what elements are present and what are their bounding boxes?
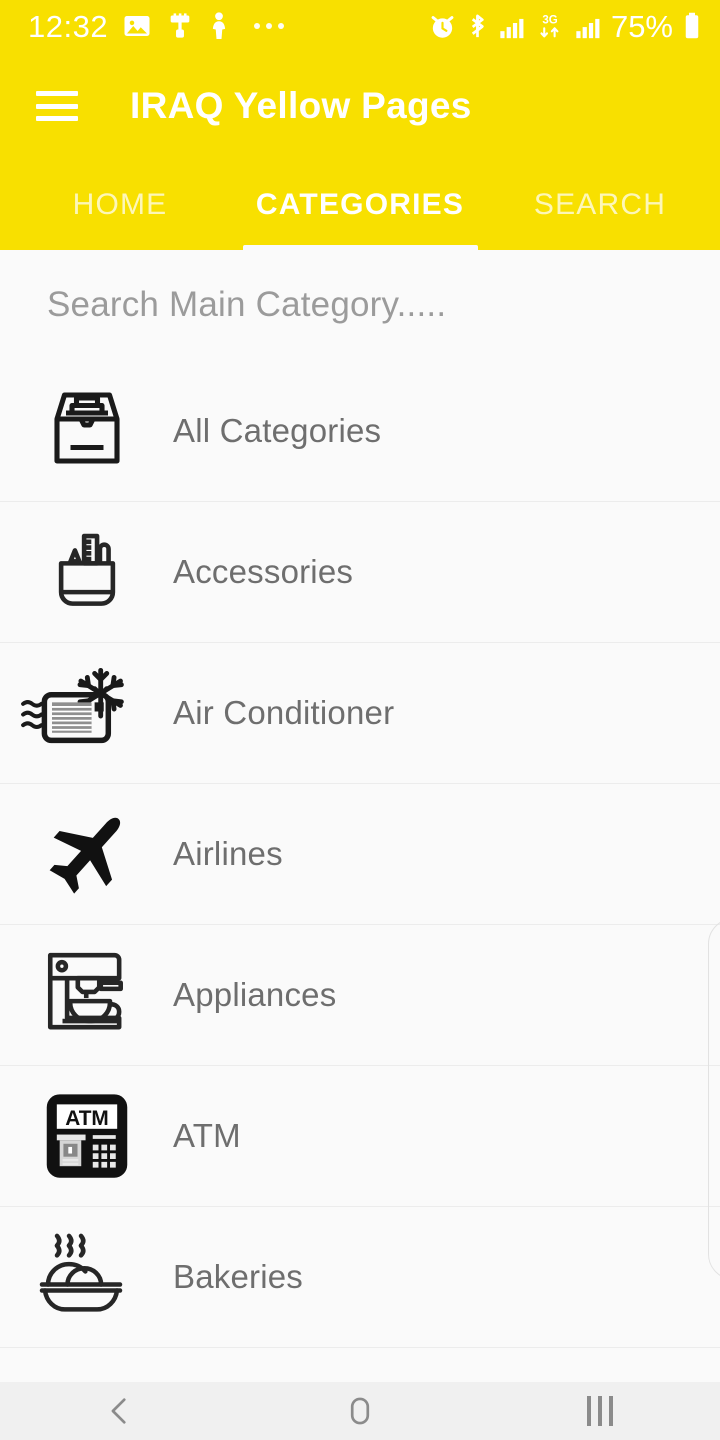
system-navigation-bar (0, 1382, 720, 1440)
status-bar-left: 12:32 (28, 8, 285, 44)
chevron-left-icon (111, 1398, 126, 1424)
icon-cell (0, 1207, 173, 1348)
list-item[interactable]: Bakeries (0, 1206, 720, 1347)
battery-percent-label: 75% (610, 8, 673, 44)
tab-bar: HOME CATEGORIES SEARCH (0, 160, 720, 255)
list-item-label: Bakeries (173, 1258, 303, 1295)
tab-active-indicator (243, 245, 478, 255)
icon-cell (0, 925, 173, 1066)
atm-icon-text: ATM (65, 1107, 109, 1130)
overflow-dots-icon (254, 23, 285, 29)
icon-cell (0, 502, 173, 643)
category-list: All Categories Accessories Air Condition… (0, 360, 720, 1402)
list-item[interactable]: ATM ATM (0, 1065, 720, 1206)
list-item[interactable]: Airlines (0, 783, 720, 924)
recents-bars-icon (587, 1396, 613, 1426)
icon-cell (0, 643, 173, 784)
bread-basket-icon (39, 1233, 122, 1312)
search-main-category-field[interactable]: Search Main Category..... (0, 250, 720, 360)
battery-icon (685, 12, 699, 39)
list-item-label: Appliances (173, 976, 337, 1013)
svg-text:3G: 3G (542, 15, 557, 27)
nav-recents-button[interactable] (480, 1382, 720, 1440)
network-3g-icon: 3G (540, 15, 559, 38)
status-bar-clock: 12:32 (28, 8, 109, 44)
icon-cell: ATM (0, 1066, 173, 1207)
icon-cell (0, 360, 173, 501)
list-item-label: All Categories (173, 411, 382, 449)
coffee-machine-icon (47, 952, 123, 1030)
list-item[interactable]: All Categories (0, 360, 720, 501)
app-bar: IRAQ Yellow Pages (0, 52, 720, 160)
list-item[interactable]: Accessories (0, 501, 720, 642)
status-bar-right: 3G 75% (428, 11, 702, 42)
nav-home-button[interactable] (240, 1382, 480, 1440)
file-tray-icon (53, 391, 120, 464)
hamburger-menu-icon[interactable] (36, 91, 78, 121)
icon-cell (0, 784, 173, 925)
air-conditioner-icon (20, 667, 124, 744)
person-icon (212, 12, 226, 39)
list-item-label: Air Conditioner (173, 694, 395, 731)
tab-home[interactable]: HOME (0, 160, 240, 250)
atm-machine-icon: ATM (46, 1094, 127, 1178)
signal-bars-icon (576, 18, 600, 38)
search-input-placeholder: Search Main Category..... (47, 285, 447, 324)
alarm-icon (431, 15, 454, 38)
list-item[interactable]: Appliances (0, 924, 720, 1065)
paintbrush-icon (170, 13, 190, 38)
nav-back-button[interactable] (0, 1382, 240, 1440)
list-item-label: ATM (173, 1117, 241, 1154)
list-item-label: Airlines (173, 835, 283, 872)
home-rounded-square-icon (350, 1397, 370, 1425)
page-title: IRAQ Yellow Pages (130, 85, 472, 126)
image-icon (124, 16, 150, 36)
signal-bars-icon (500, 18, 524, 38)
status-bar: 12:32 3G 75% (0, 0, 720, 52)
bluetooth-icon (471, 14, 484, 37)
airplane-icon (49, 817, 120, 894)
pen-holder-icon (58, 533, 115, 606)
list-item[interactable]: Air Conditioner (0, 642, 720, 783)
tab-search[interactable]: SEARCH (480, 160, 720, 250)
list-item-label: Accessories (173, 553, 354, 590)
tab-categories[interactable]: CATEGORIES (240, 160, 480, 250)
